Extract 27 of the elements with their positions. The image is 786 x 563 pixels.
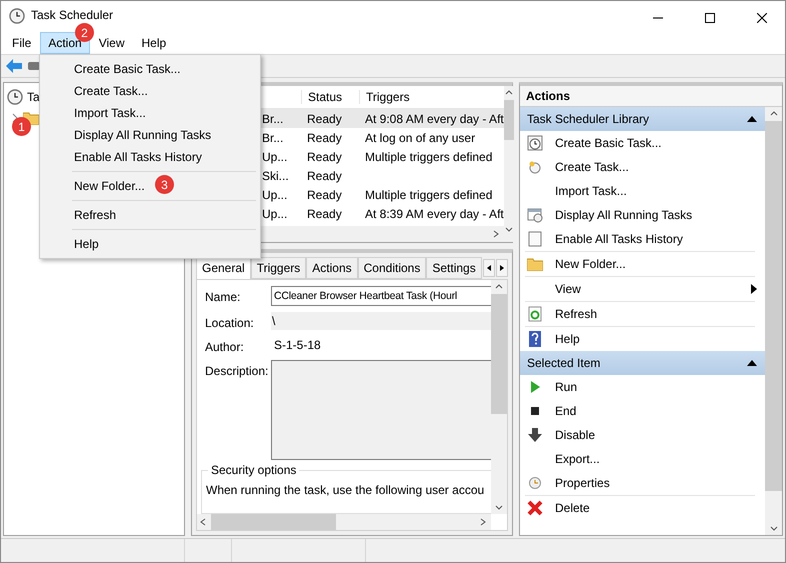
table-cell-text: Up... bbox=[261, 150, 288, 164]
group-title: Security options bbox=[208, 463, 300, 477]
table-cell-text: Multiple triggers defined bbox=[364, 150, 494, 164]
table-cell-text: Up... bbox=[261, 206, 288, 220]
table-cell-text: Ready bbox=[306, 150, 343, 164]
table-cell-text: At 8:39 AM every day - Aft bbox=[364, 206, 504, 220]
table-cell-text: Br... bbox=[261, 112, 284, 126]
table-cell-text: Multiple triggers defined bbox=[364, 188, 494, 202]
window-title: Task Scheduler bbox=[31, 8, 114, 22]
field-label: Name: bbox=[205, 289, 242, 306]
field-label: Description: bbox=[205, 363, 270, 380]
table-cell-text: Ready bbox=[306, 168, 343, 182]
field-label: Author: bbox=[205, 339, 245, 354]
field-label: Location: bbox=[205, 315, 255, 330]
table-cell-text: Ready bbox=[306, 206, 343, 220]
table-cell-text: At 9:08 AM every day - Aft bbox=[364, 112, 504, 126]
location-field: \ bbox=[271, 312, 491, 330]
table-cell-text: Ski... bbox=[261, 168, 290, 182]
security-text: When running the task, use the following user accou bbox=[206, 483, 484, 497]
table-cell-text: Br... bbox=[261, 130, 284, 144]
table-cell-text: Ready bbox=[306, 188, 343, 202]
pane-title: Actions bbox=[520, 86, 782, 107]
table-cell-text: Ready bbox=[306, 130, 343, 144]
table-cell-text: Ready bbox=[306, 112, 343, 126]
author-value: S-1-5-18 bbox=[273, 337, 322, 354]
table-cell-text: At log on of any user bbox=[364, 130, 476, 144]
table-cell-text: Up... bbox=[261, 188, 288, 202]
